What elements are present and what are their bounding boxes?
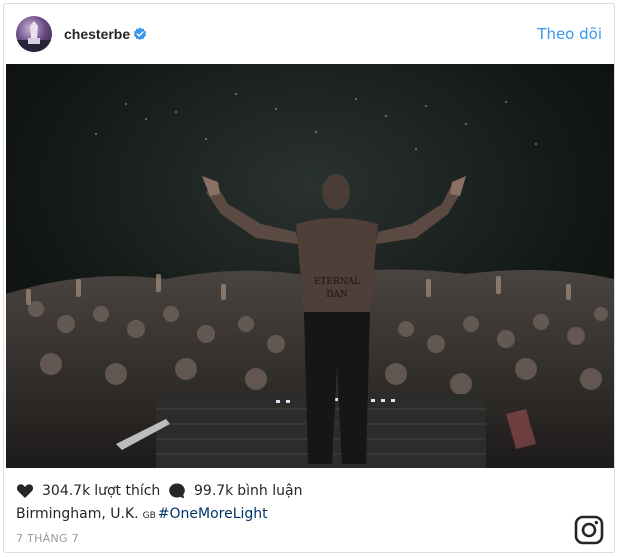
likes-label: lượt thích [94,483,161,499]
tattoo-text-2: DAN [326,290,348,300]
comments-stat[interactable]: 99.7k bình luận [168,482,302,500]
likes-stat[interactable]: 304.7k lượt thích [16,482,160,500]
verified-badge-icon [133,27,147,41]
post-header: chesterbe Theo dõi [4,4,614,64]
likes-count: 304.7k [42,483,91,499]
instagram-embed-card: chesterbe Theo dõi ETERNAL DAN 304.7k lư… [3,3,615,553]
location-link[interactable]: Birmingham, U.K. [16,506,139,522]
heart-icon [16,484,34,498]
username-link[interactable]: chesterbe [64,26,130,42]
country-code: GB [142,511,156,521]
tattoo-text-1: ETERNAL [314,277,360,287]
avatar[interactable] [16,16,52,52]
instagram-logo-icon[interactable] [574,515,604,545]
hashtag-link[interactable]: #OneMoreLight [158,506,268,522]
comment-icon [169,483,185,499]
post-stats: 304.7k lượt thích 99.7k bình luận [16,482,606,504]
comments-label: bình luận [237,483,303,499]
post-caption: Birmingham, U.K. GB #OneMoreLight [16,506,268,522]
post-photo[interactable]: ETERNAL DAN [6,64,614,468]
comments-count: 99.7k [194,483,234,499]
post-date: 7 THÁNG 7 [16,532,79,545]
follow-button[interactable]: Theo dõi [537,25,602,43]
